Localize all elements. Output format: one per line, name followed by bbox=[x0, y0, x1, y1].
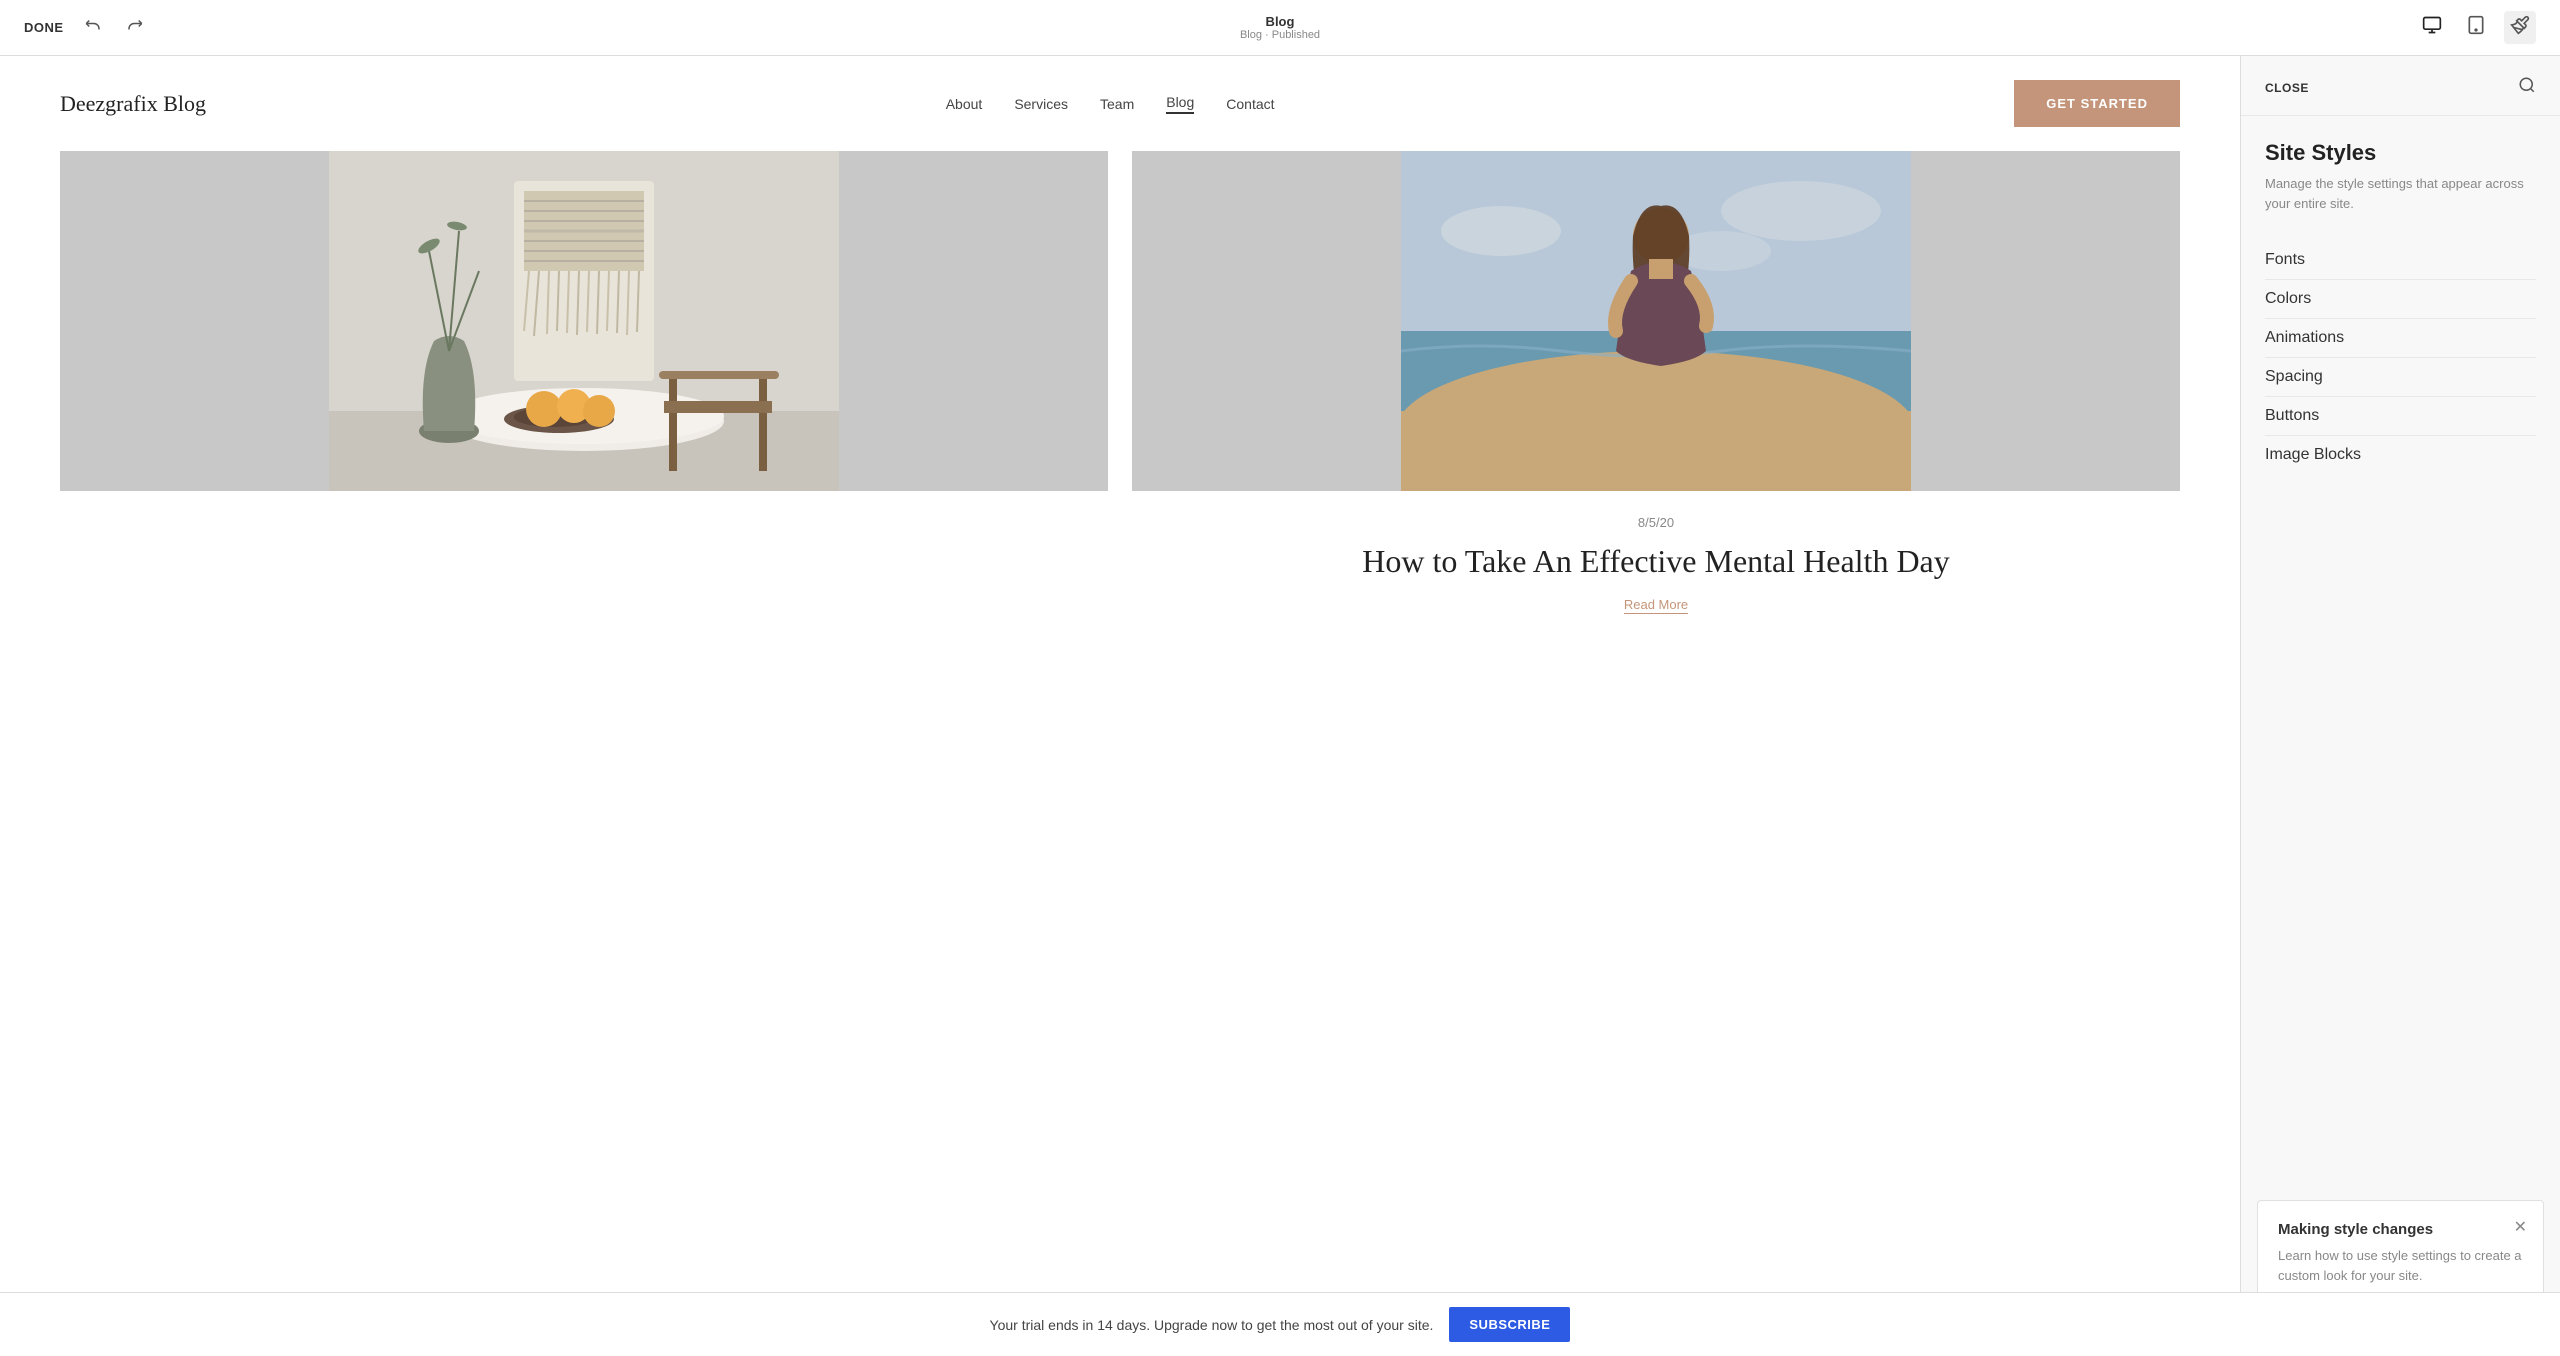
site-navigation: Deezgrafix Blog About Services Team Blog… bbox=[0, 56, 2240, 151]
style-card-text: Learn how to use style settings to creat… bbox=[2278, 1246, 2523, 1285]
style-card-close-button[interactable]: ✕ bbox=[2514, 1217, 2527, 1237]
blog-content: 8/5/20 How to Take An Effective Mental H… bbox=[0, 151, 2240, 698]
blog-card-body: 8/5/20 How to Take An Effective Mental H… bbox=[1132, 491, 2180, 638]
blog-image-beach bbox=[1132, 151, 2180, 491]
panel-body: Site Styles Manage the style settings th… bbox=[2241, 116, 2560, 1184]
tablet-view-button[interactable] bbox=[2460, 11, 2492, 44]
image-blocks-menu-item[interactable]: Image Blocks bbox=[2265, 436, 2536, 474]
right-panel: CLOSE Site Styles Manage the style setti… bbox=[2240, 56, 2560, 1356]
main-layout: Deezgrafix Blog About Services Team Blog… bbox=[0, 56, 2560, 1356]
tablet-icon bbox=[2466, 15, 2486, 35]
website-content: Deezgrafix Blog About Services Team Blog… bbox=[0, 56, 2240, 1356]
redo-icon bbox=[126, 16, 144, 34]
page-subtitle: Blog · Published bbox=[1240, 29, 1320, 41]
interior-image-svg bbox=[329, 151, 839, 491]
get-started-button[interactable]: GET STARTED bbox=[2014, 80, 2180, 127]
site-preview: Deezgrafix Blog About Services Team Blog… bbox=[0, 56, 2240, 1356]
top-bar-left: DONE bbox=[24, 12, 148, 43]
nav-link-services[interactable]: Services bbox=[1014, 96, 1068, 112]
nav-link-team[interactable]: Team bbox=[1100, 96, 1134, 112]
nav-link-about[interactable]: About bbox=[946, 96, 983, 112]
close-button[interactable]: CLOSE bbox=[2265, 81, 2309, 95]
nav-links: About Services Team Blog Contact bbox=[946, 94, 1275, 114]
buttons-menu-item[interactable]: Buttons bbox=[2265, 397, 2536, 436]
nav-link-blog[interactable]: Blog bbox=[1166, 94, 1194, 114]
top-bar-right bbox=[2416, 11, 2536, 44]
search-icon bbox=[2518, 76, 2536, 94]
subscribe-button[interactable]: SUBSCRIBE bbox=[1449, 1307, 1570, 1342]
top-bar-center: Blog Blog · Published bbox=[1240, 14, 1320, 41]
panel-header: CLOSE bbox=[2241, 56, 2560, 116]
desktop-view-button[interactable] bbox=[2416, 11, 2448, 44]
bottom-banner: Your trial ends in 14 days. Upgrade now … bbox=[0, 1292, 2560, 1356]
blog-grid: 8/5/20 How to Take An Effective Mental H… bbox=[60, 151, 2180, 638]
blog-image-interior bbox=[60, 151, 1108, 491]
page-title: Blog bbox=[1240, 14, 1320, 29]
style-card-title: Making style changes bbox=[2278, 1221, 2523, 1238]
colors-menu-item[interactable]: Colors bbox=[2265, 280, 2536, 319]
blog-date: 8/5/20 bbox=[1132, 515, 2180, 530]
panel-subtitle: Manage the style settings that appear ac… bbox=[2265, 174, 2536, 213]
fonts-menu-item[interactable]: Fonts bbox=[2265, 241, 2536, 280]
beach-image-svg bbox=[1401, 151, 1911, 491]
blog-card-left bbox=[60, 151, 1108, 638]
redo-button[interactable] bbox=[122, 12, 148, 43]
search-button[interactable] bbox=[2518, 76, 2536, 99]
trial-banner-text: Your trial ends in 14 days. Upgrade now … bbox=[990, 1317, 1434, 1333]
animations-menu-item[interactable]: Animations bbox=[2265, 319, 2536, 358]
undo-icon bbox=[84, 16, 102, 34]
desktop-icon bbox=[2422, 15, 2442, 35]
blog-card-right: 8/5/20 How to Take An Effective Mental H… bbox=[1132, 151, 2180, 638]
site-logo: Deezgrafix Blog bbox=[60, 91, 206, 117]
panel-title: Site Styles bbox=[2265, 140, 2536, 166]
design-mode-button[interactable] bbox=[2504, 11, 2536, 44]
spacing-menu-item[interactable]: Spacing bbox=[2265, 358, 2536, 397]
top-bar: DONE Blog Blog · Published bbox=[0, 0, 2560, 56]
blog-post-title: How to Take An Effective Mental Health D… bbox=[1132, 542, 2180, 580]
undo-button[interactable] bbox=[80, 12, 106, 43]
style-menu: Fonts Colors Animations Spacing Buttons … bbox=[2265, 241, 2536, 474]
nav-link-contact[interactable]: Contact bbox=[1226, 96, 1274, 112]
read-more-link[interactable]: Read More bbox=[1624, 597, 1688, 614]
paintbrush-icon bbox=[2510, 15, 2530, 35]
done-button[interactable]: DONE bbox=[24, 20, 64, 35]
